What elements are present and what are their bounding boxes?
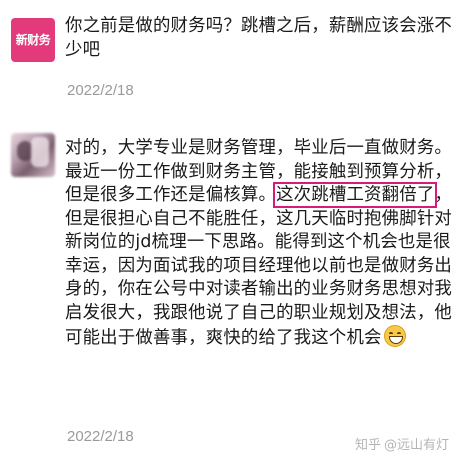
- sender-avatar[interactable]: 新财务: [11, 18, 55, 62]
- reply-text-after: ，但是很担心自己不能胜任，这几天临时抱佛脚针对新岗位的jd梳理一下思路。能得到这…: [65, 185, 453, 348]
- highlighted-phrase: 这次跳槽工资翻倍了: [273, 182, 438, 208]
- watermark: 知乎 @远山有灯: [355, 434, 449, 453]
- message-text: 你之前是做的财务吗？跳槽之后，薪酬应该会涨不少吧: [65, 16, 452, 60]
- reply-text: 对的，大学专业是财务管理，毕业后一直做财务。最近一份工作做到财务主管，能接触到预…: [65, 137, 460, 351]
- message-date: 2022/2/18: [67, 82, 134, 99]
- grin-emoji-icon: [383, 325, 406, 347]
- watermark-site: 知乎: [354, 438, 381, 453]
- watermark-user: @远山有灯: [383, 438, 449, 453]
- reply-date: 2022/2/18: [67, 428, 134, 445]
- reader-avatar[interactable]: [11, 133, 55, 177]
- avatar-brand-label: 新财务: [15, 32, 51, 47]
